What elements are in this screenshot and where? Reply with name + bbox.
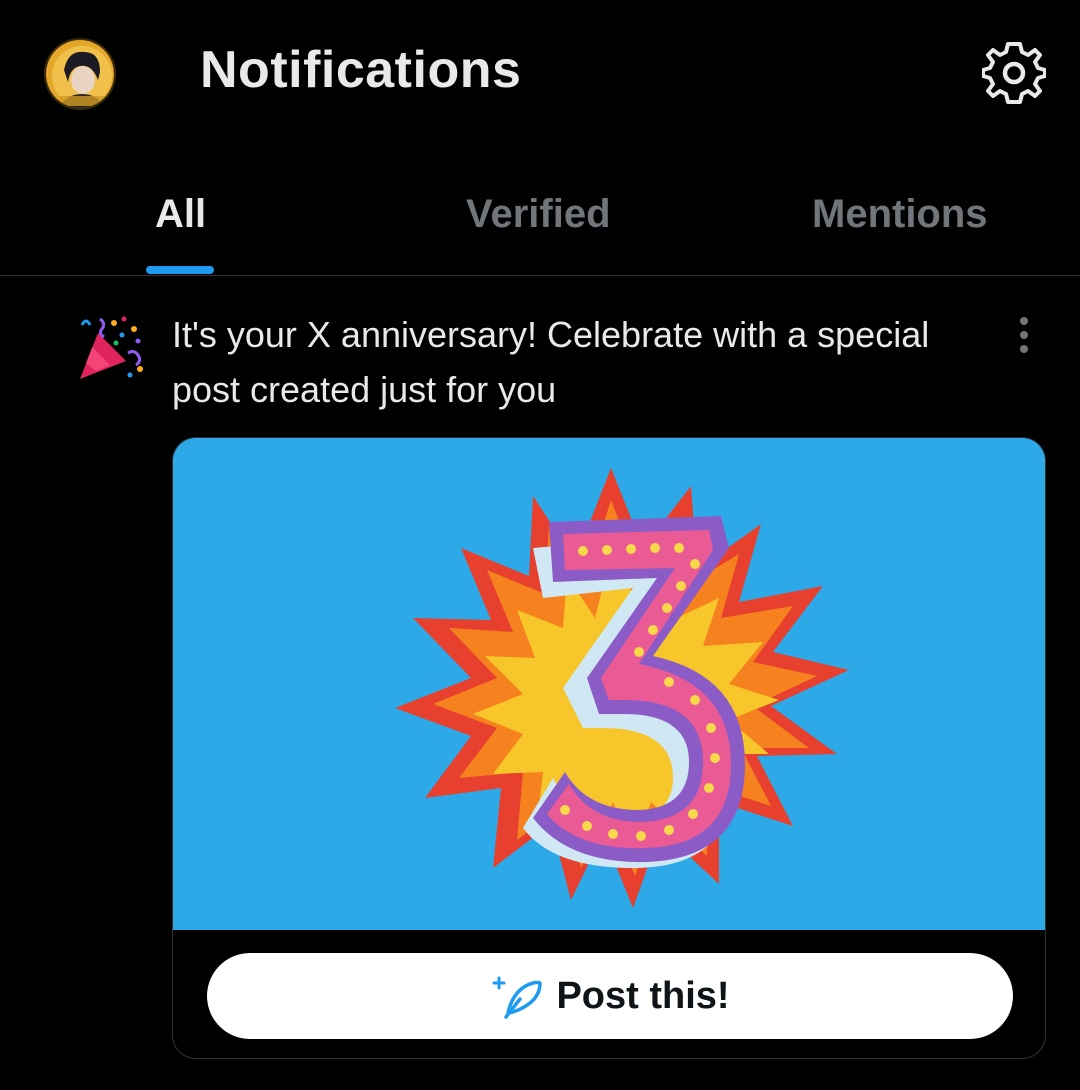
notification-text: It's your X anniversary! Celebrate with …: [172, 314, 930, 410]
tab-all[interactable]: All: [155, 192, 206, 237]
tab-verified[interactable]: Verified: [466, 192, 611, 237]
settings-button[interactable]: [981, 40, 1047, 104]
anniversary-card[interactable]: Post this!: [172, 437, 1046, 1059]
compose-feather-icon: [492, 976, 543, 1019]
active-tab-indicator: [146, 266, 214, 274]
tab-mentions[interactable]: Mentions: [812, 192, 988, 237]
post-this-button[interactable]: Post this!: [207, 953, 1013, 1039]
gear-icon: [981, 42, 1047, 104]
notifications-screen: Notifications All Verified Mentions It's…: [0, 0, 1080, 1090]
header: Notifications: [0, 0, 1080, 145]
profile-avatar[interactable]: [44, 38, 116, 110]
party-popper-icon: [76, 313, 146, 383]
more-vertical-icon[interactable]: [1010, 315, 1038, 355]
notification-item[interactable]: It's your X anniversary! Celebrate with …: [0, 277, 1080, 1090]
user-avatar-icon: [46, 40, 114, 108]
post-this-label: Post this!: [556, 974, 730, 1017]
page-title: Notifications: [200, 41, 522, 99]
anniversary-number-3-image: [173, 438, 1045, 930]
tab-bar: All Verified Mentions: [0, 170, 1080, 276]
